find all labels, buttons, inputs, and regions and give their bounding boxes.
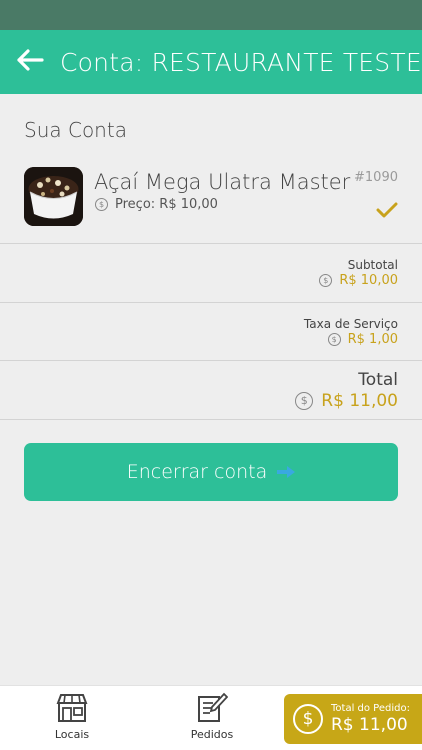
divider	[0, 419, 422, 420]
subtotal-value: $ R$ 10,00	[319, 273, 398, 288]
storefront-icon	[56, 692, 88, 724]
app-bar: Conta: RESTAURANTE TESTE	[0, 30, 422, 94]
service-fee-amount: R$ 1,00	[347, 332, 398, 347]
dollar-coin-icon: $	[95, 198, 108, 211]
dollar-coin-icon: $	[295, 392, 314, 410]
checkmark-icon	[376, 202, 398, 222]
total-value: $ R$ 11,00	[295, 391, 398, 411]
arrow-right-icon	[277, 461, 296, 483]
item-price-label: Preço: R$ 10,00	[115, 197, 218, 212]
item-price: $ Preço: R$ 10,00	[95, 197, 218, 212]
subtotal-row: Subtotal $ R$ 10,00	[0, 244, 422, 302]
tab-pedidos-label: Pedidos	[190, 728, 234, 741]
dollar-coin-icon: $	[327, 333, 341, 346]
page-title: Conta: RESTAURANTE TESTE	[60, 47, 422, 77]
bottom-tab-bar: Locais Pedidos $ Total do Pedido: R$ 11,…	[0, 685, 422, 750]
service-fee-value: $ R$ 1,00	[327, 332, 398, 347]
subtotal-amount: R$ 10,00	[339, 273, 398, 288]
order-item[interactable]: Açaí Mega Ulatra Master #1090 $ Preço: R…	[0, 160, 422, 244]
total-amount: R$ 11,00	[321, 391, 398, 411]
status-bar	[0, 0, 422, 30]
close-account-label: Encerrar conta	[126, 461, 268, 483]
subtotal-label: Subtotal	[347, 258, 398, 272]
order-total: Total do Pedido: R$ 11,00	[331, 703, 410, 735]
tab-locais-label: Locais	[54, 728, 90, 741]
close-account-button[interactable]: Encerrar conta	[24, 443, 398, 501]
dollar-coin-icon: $	[319, 274, 333, 287]
order-total-value: R$ 11,00	[331, 715, 408, 735]
order-total-label: Total do Pedido:	[331, 703, 410, 714]
order-pencil-icon	[196, 692, 228, 724]
item-image	[24, 167, 83, 226]
total-label: Total	[358, 370, 398, 390]
back-button[interactable]	[0, 30, 60, 94]
item-id: #1090	[354, 170, 398, 185]
dollar-coin-icon: $	[293, 704, 323, 734]
order-total-button[interactable]: $ Total do Pedido: R$ 11,00	[284, 694, 422, 744]
service-fee-label: Taxa de Serviço	[303, 317, 398, 331]
service-fee-row: Taxa de Serviço $ R$ 1,00	[0, 303, 422, 361]
tab-locais[interactable]: Locais	[17, 686, 127, 750]
section-title: Sua Conta	[24, 118, 127, 142]
back-arrow-icon	[16, 49, 44, 75]
divider	[0, 360, 422, 361]
tab-pedidos[interactable]: Pedidos	[157, 686, 267, 750]
item-name: Açaí Mega Ulatra Master	[94, 170, 351, 194]
